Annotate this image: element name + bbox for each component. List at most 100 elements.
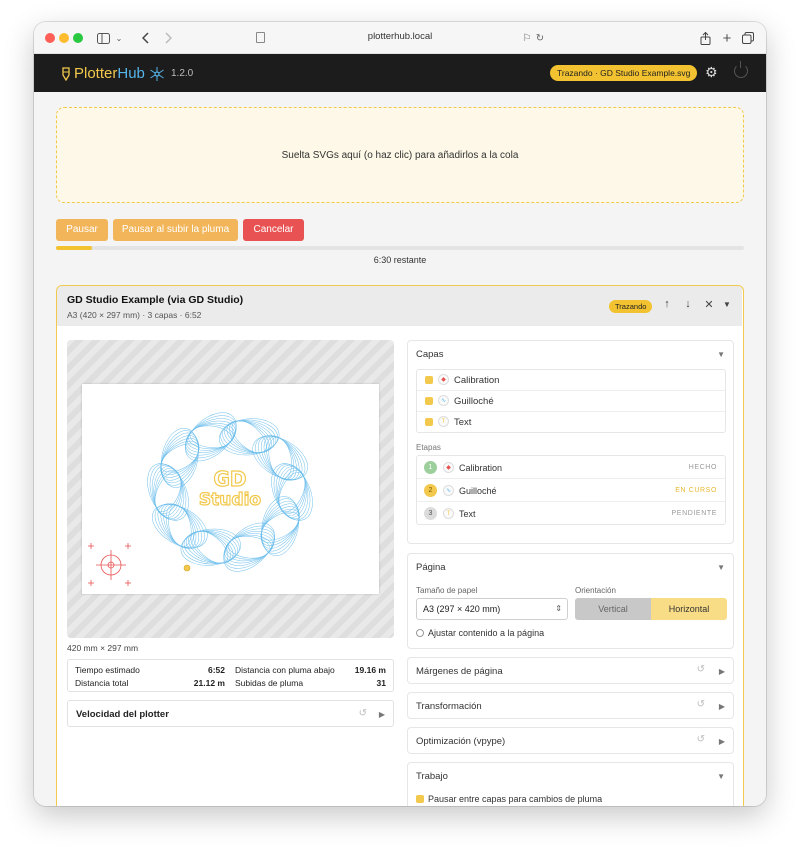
- margins-panel-title: Márgenes de página: [416, 666, 503, 677]
- browser-toolbar: ⌄ plotterhub.local ⚐ ↻ +: [34, 22, 766, 54]
- progress-fill: [56, 246, 93, 250]
- guilloche-loop: [268, 436, 292, 479]
- fit-content-label: Ajustar contenido a la página: [428, 628, 545, 638]
- job-subtitle: A3 (420 × 297 mm) · 3 capas · 6:52: [67, 310, 202, 320]
- guilloche-loop: [165, 504, 194, 548]
- stat-value: 19.16 m: [354, 665, 386, 675]
- pen-icon: [62, 66, 70, 81]
- select-arrows-icon: ⇕: [555, 604, 562, 613]
- expand-chevron-icon[interactable]: ▶: [379, 710, 385, 719]
- stage-row: 3 T Text PENDIENTE: [417, 502, 725, 525]
- plotter-speed-label: Velocidad del plotter: [76, 709, 169, 720]
- pause-on-pen-lift-button[interactable]: Pausar al subir la pluma: [113, 219, 238, 241]
- layers-panel: Capas ▼ ◆ Calibration ∿ Guilloché T Text…: [407, 340, 734, 544]
- svg-dropzone[interactable]: Suelta SVGs aquí (o haz clic) para añadi…: [56, 107, 744, 203]
- screen: ⌄ plotterhub.local ⚐ ↻ + Plotter Hub 1.2…: [0, 0, 800, 850]
- tabs-overview-icon[interactable]: [741, 30, 755, 46]
- hub-network-icon: [150, 66, 164, 81]
- calibration-layer-icon: ◆: [438, 374, 449, 385]
- stage-list: 1 ◆ Calibration HECHO 2 ∿ Guilloché EN C…: [416, 455, 726, 525]
- expand-chevron-icon[interactable]: ▶: [719, 667, 725, 676]
- work-panel-title: Trabajo: [416, 771, 448, 782]
- reset-icon[interactable]: ↺: [697, 664, 705, 675]
- reload-icon[interactable]: ↻: [534, 30, 546, 46]
- preview-logo-studio: Studio: [199, 490, 261, 510]
- pause-between-layers-checkbox[interactable]: [416, 795, 424, 803]
- pause-button[interactable]: Pausar: [56, 219, 108, 241]
- stage-status: EN CURSO: [675, 487, 717, 494]
- work-panel: Trabajo ▼ Pausar entre capas para cambio…: [407, 762, 734, 806]
- collapse-chevron-icon[interactable]: ▼: [717, 350, 725, 359]
- brand-logo[interactable]: Plotter Hub: [62, 65, 165, 82]
- layer-name: Text: [454, 417, 472, 428]
- collapse-chevron-icon[interactable]: ▼: [717, 772, 725, 781]
- job-card-header[interactable]: GD Studio Example (via GD Studio) A3 (42…: [57, 286, 742, 326]
- expand-chevron-icon[interactable]: ▶: [719, 737, 725, 746]
- guilloche-loop: [149, 463, 187, 521]
- guilloche-loop: [185, 420, 236, 453]
- orientation-horizontal-button[interactable]: Horizontal: [651, 598, 727, 620]
- current-job-pill[interactable]: Trazando · GD Studio Example.svg: [550, 65, 698, 81]
- fit-content-checkbox[interactable]: [416, 629, 424, 637]
- move-up-icon[interactable]: ↑: [660, 298, 674, 310]
- layer-list: ◆ Calibration ∿ Guilloché T Text: [416, 369, 726, 433]
- guilloche-layer-icon: ∿: [438, 395, 449, 406]
- stat-value: 21.12 m: [193, 678, 225, 688]
- layer-row-calibration[interactable]: ◆ Calibration: [417, 370, 725, 391]
- pause-between-layers-label: Pausar entre capas para cambios de pluma: [428, 794, 603, 804]
- power-icon[interactable]: [734, 61, 748, 78]
- layer-checkbox[interactable]: [425, 418, 433, 426]
- stage-name: Calibration: [459, 463, 503, 473]
- move-down-icon[interactable]: ↓: [681, 298, 695, 310]
- plot-progress-bar: [56, 246, 744, 250]
- optimization-panel[interactable]: Optimización (vpype) ↺ ▶: [407, 727, 734, 754]
- address-bar[interactable]: plotterhub.local: [34, 31, 766, 42]
- stat-label: Distancia total: [75, 678, 129, 688]
- calibration-layer-icon: ◆: [443, 462, 454, 473]
- layer-checkbox[interactable]: [425, 376, 433, 384]
- reset-icon[interactable]: ↺: [359, 708, 367, 719]
- close-icon[interactable]: ✕: [702, 298, 716, 311]
- layers-panel-title: Capas: [416, 349, 444, 360]
- cancel-button[interactable]: Cancelar: [243, 219, 304, 241]
- orientation-vertical-button[interactable]: Vertical: [575, 598, 651, 620]
- preview-drawing: GD Studio: [88, 412, 313, 586]
- time-remaining: 6:30 restante: [373, 255, 427, 265]
- brand-name-hub: Hub: [117, 65, 145, 82]
- layer-checkbox[interactable]: [425, 397, 433, 405]
- reset-icon[interactable]: ↺: [697, 699, 705, 710]
- optimization-panel-title: Optimización (vpype): [416, 736, 506, 747]
- calibration-target: [88, 543, 131, 586]
- share-icon[interactable]: [698, 30, 712, 46]
- reset-icon[interactable]: ↺: [697, 734, 705, 745]
- transform-panel-title: Transformación: [416, 701, 482, 712]
- margins-panel[interactable]: Márgenes de página ↺ ▶: [407, 657, 734, 684]
- browser-window: ⌄ plotterhub.local ⚐ ↻ + Plotter Hub 1.2…: [34, 22, 766, 806]
- gear-icon[interactable]: ⚙: [705, 64, 718, 81]
- layer-row-guilloche[interactable]: ∿ Guilloché: [417, 391, 725, 412]
- paper-size-select[interactable]: A3 (297 × 420 mm) ⇕: [416, 598, 568, 620]
- stage-number: 3: [424, 507, 437, 520]
- app-header: Plotter Hub 1.2.0 Trazando · GD Studio Ex…: [34, 54, 766, 92]
- plotter-speed-section[interactable]: Velocidad del plotter ↺ ▶: [67, 700, 394, 727]
- page-panel-title: Página: [416, 562, 446, 573]
- brand-name-plotter: Plotter: [74, 65, 118, 82]
- collapse-chevron-icon[interactable]: ▼: [720, 300, 734, 309]
- job-card: GD Studio Example (via GD Studio) A3 (42…: [56, 285, 744, 806]
- translate-icon[interactable]: ⚐: [520, 30, 534, 46]
- stages-label: Etapas: [416, 443, 441, 452]
- stage-number: 1: [424, 461, 437, 474]
- guilloche-loop: [266, 436, 295, 480]
- orientation-label: Orientación: [575, 586, 616, 595]
- new-tab-icon[interactable]: +: [720, 30, 734, 47]
- collapse-chevron-icon[interactable]: ▼: [717, 563, 725, 572]
- dropzone-text: Suelta SVGs aquí (o haz clic) para añadi…: [281, 149, 519, 161]
- layer-name: Calibration: [454, 375, 500, 386]
- expand-chevron-icon[interactable]: ▶: [719, 702, 725, 711]
- stage-number: 2: [424, 484, 437, 497]
- stage-row: 2 ∿ Guilloché EN CURSO: [417, 479, 725, 502]
- transform-panel[interactable]: Transformación ↺ ▶: [407, 692, 734, 719]
- stage-row: 1 ◆ Calibration HECHO: [417, 456, 725, 479]
- main-content: Suelta SVGs aquí (o haz clic) para añadi…: [34, 92, 766, 806]
- layer-row-text[interactable]: T Text: [417, 412, 725, 433]
